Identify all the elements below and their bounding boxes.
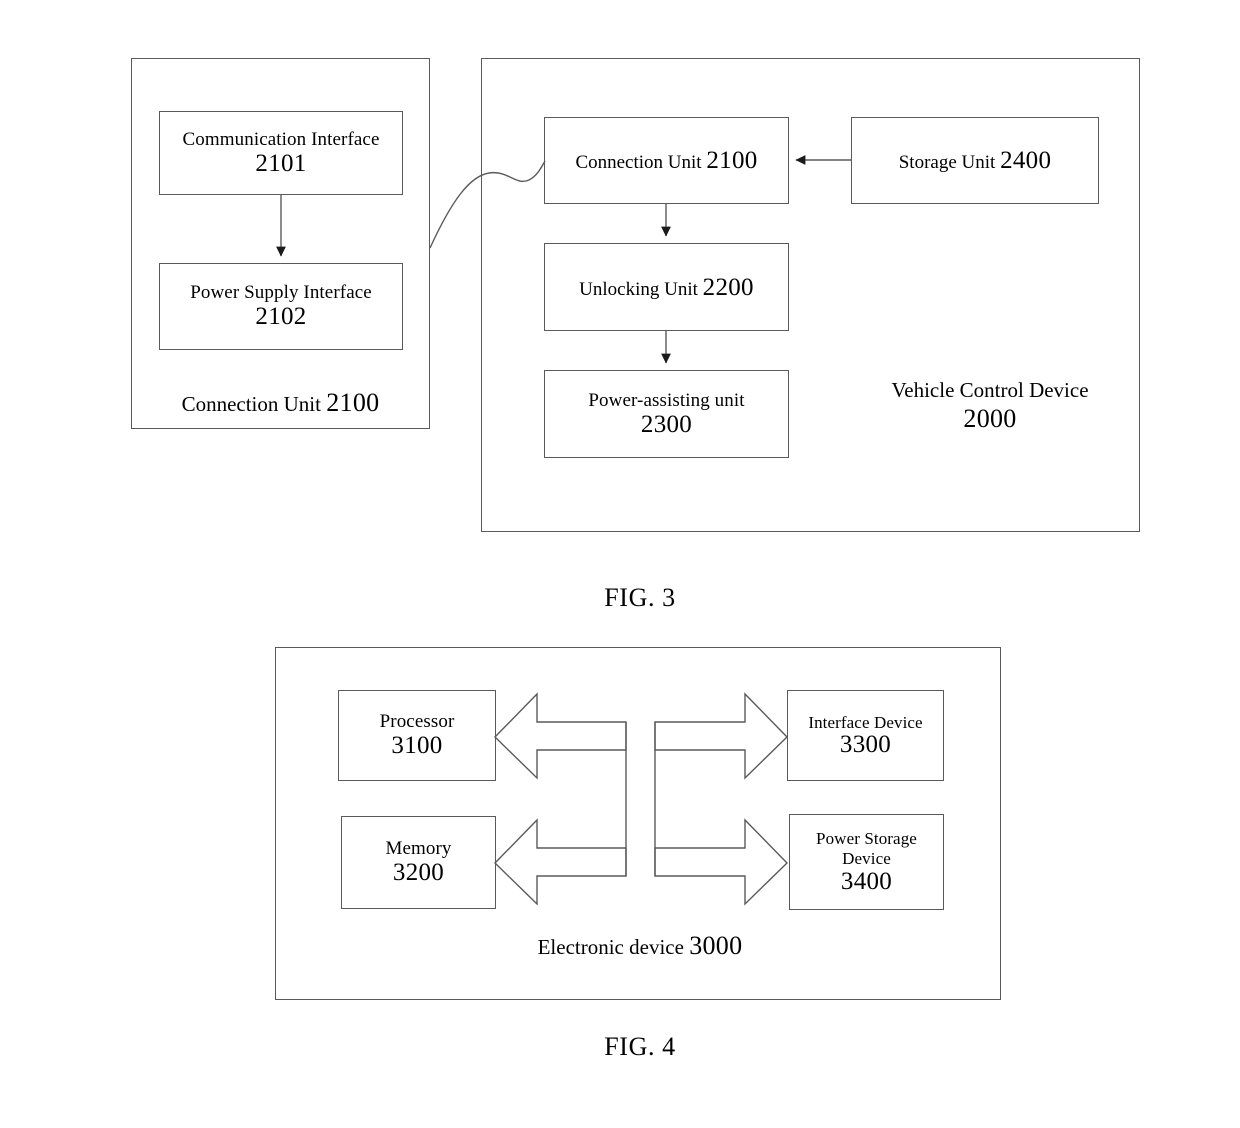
processor-box: Processor 3100 xyxy=(338,690,496,781)
vehicle-control-device-caption-number: 2000 xyxy=(963,404,1017,434)
memory-box: Memory 3200 xyxy=(341,816,496,909)
vehicle-control-device-caption-text: Vehicle Control Device xyxy=(891,378,1089,402)
interface-device-title: Interface Device xyxy=(808,712,923,732)
communication-interface-number: 2101 xyxy=(255,149,307,177)
power-storage-device-number: 3400 xyxy=(840,867,893,895)
communication-interface-title: Communication Interface xyxy=(182,128,380,150)
power-supply-interface-title: Power Supply Interface xyxy=(190,282,372,304)
storage-unit-box: Storage Unit 2400 xyxy=(851,117,1099,204)
power-assisting-unit-box: Power-assisting unit 2300 xyxy=(544,370,789,458)
memory-number: 3200 xyxy=(392,859,445,887)
electronic-device-caption-line: Electronic device 3000 xyxy=(537,931,743,960)
fig4-caption: FIG. 4 xyxy=(604,1032,676,1061)
power-storage-device-title-line1: Power Storage xyxy=(816,829,917,849)
interface-device-number: 3300 xyxy=(839,731,892,759)
processor-number: 3100 xyxy=(391,732,443,760)
patent-figure-sheet: Connection Unit 2100 Communication Inter… xyxy=(0,0,1240,1128)
power-assisting-unit-title: Power-assisting unit xyxy=(588,389,745,411)
interface-device-box: Interface Device 3300 xyxy=(787,690,944,781)
power-storage-device-box: Power Storage Device 3400 xyxy=(789,814,944,910)
connection-unit-box: Connection Unit 2100 xyxy=(544,117,789,204)
storage-unit-label: Storage Unit 2400 xyxy=(898,147,1052,174)
connection-unit-panel-caption: Connection Unit 2100 xyxy=(131,387,430,418)
power-supply-interface-number: 2102 xyxy=(255,303,307,331)
power-assisting-unit-number: 2300 xyxy=(640,410,693,438)
communication-interface-box: Communication Interface 2101 xyxy=(159,111,403,195)
unlocking-unit-box: Unlocking Unit 2200 xyxy=(544,243,789,331)
unlocking-unit-label: Unlocking Unit 2200 xyxy=(579,273,754,301)
processor-title: Processor xyxy=(379,711,455,733)
connection-unit-label: Connection Unit 2100 xyxy=(575,147,758,174)
vehicle-control-device-caption: Vehicle Control Device 2000 xyxy=(830,378,1150,434)
fig3-caption: FIG. 3 xyxy=(604,583,676,612)
power-supply-interface-box: Power Supply Interface 2102 xyxy=(159,263,403,350)
power-storage-device-title-line2: Device xyxy=(842,848,891,868)
connection-unit-panel-caption-line: Connection Unit 2100 xyxy=(181,388,380,417)
electronic-device-caption: Electronic device 3000 xyxy=(430,930,850,961)
memory-title: Memory xyxy=(385,838,452,860)
